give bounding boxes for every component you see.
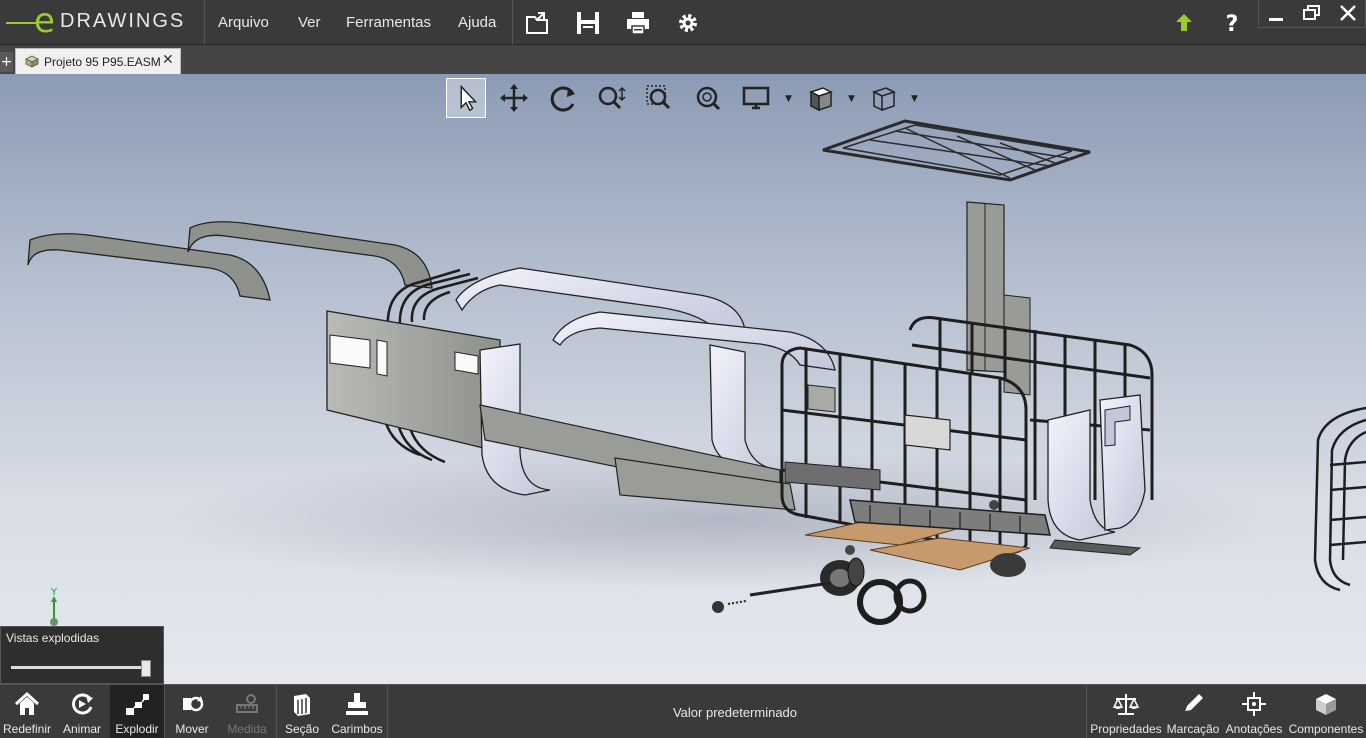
- menu-ferramentas[interactable]: Ferramentas: [346, 14, 431, 31]
- markup-icon: [1184, 694, 1203, 713]
- zoom-icon[interactable]: [591, 78, 631, 118]
- axis-triad: Y: [50, 587, 58, 626]
- measure-icon: [236, 694, 258, 713]
- zoom-area-icon[interactable]: [639, 78, 679, 118]
- section-label: Seção: [284, 722, 320, 736]
- stamp-icon: [346, 693, 368, 715]
- annotations-label: Anotações: [1225, 722, 1283, 736]
- window-controls: [1258, 0, 1366, 28]
- animate-icon: [72, 693, 93, 715]
- menu-divider: [512, 0, 513, 45]
- save-icon[interactable]: [574, 9, 602, 37]
- restore-icon[interactable]: [1301, 4, 1323, 22]
- menu-ajuda[interactable]: Ajuda: [458, 14, 496, 31]
- explode-icon: [126, 694, 149, 715]
- app-logo: e DRAWINGS: [0, 0, 205, 45]
- pan-icon[interactable]: [494, 78, 534, 118]
- view-orientation-icon[interactable]: [864, 78, 904, 118]
- view-toolbar: ▼ ▼ ▼: [446, 78, 926, 118]
- open-icon[interactable]: [524, 9, 552, 37]
- toolbar-divider: [1086, 685, 1087, 738]
- close-icon[interactable]: [1337, 4, 1359, 22]
- explode-slider-track[interactable]: [11, 666, 151, 669]
- markup-button[interactable]: Marcação: [1164, 685, 1222, 738]
- update-icon[interactable]: [1170, 9, 1198, 37]
- move-button[interactable]: Mover: [166, 685, 218, 738]
- shading-icon[interactable]: [801, 78, 841, 118]
- components-label: Componentes: [1288, 722, 1364, 736]
- reset-button[interactable]: Redefinir: [0, 685, 54, 738]
- svg-text:?: ?: [1226, 12, 1239, 37]
- rotate-icon[interactable]: [543, 78, 583, 118]
- annotations-button[interactable]: Anotações: [1222, 685, 1286, 738]
- explode-slider-thumb[interactable]: [141, 660, 151, 677]
- settings-icon[interactable]: [674, 9, 702, 37]
- document-tab-bar: + Projeto 95 P95.EASM ✕: [0, 46, 1366, 74]
- tab-document[interactable]: Projeto 95 P95.EASM ✕: [15, 48, 181, 74]
- explode-slider[interactable]: [11, 659, 156, 677]
- roof-panel-left[interactable]: [27, 221, 433, 301]
- roof-window-frame[interactable]: [822, 119, 1091, 182]
- reset-label: Redefinir: [2, 722, 52, 736]
- assembly-model[interactable]: [0, 74, 1366, 684]
- properties-label: Propriedades: [1090, 722, 1162, 736]
- assembly-icon: [25, 55, 39, 68]
- front-wall-panel[interactable]: [326, 310, 501, 453]
- stamps-label: Carimbos: [331, 722, 383, 736]
- components-button[interactable]: Componentes: [1286, 685, 1366, 738]
- status-text: Valor predeterminado: [672, 705, 798, 720]
- measure-label: Medida: [227, 722, 267, 736]
- title-bar: e DRAWINGS Arquivo Ver Ferramentas Ajuda…: [0, 0, 1366, 45]
- model-viewport[interactable]: ▼ ▼ ▼ Y: [0, 74, 1366, 684]
- display-style-caret-icon[interactable]: ▼: [785, 94, 792, 104]
- tab-document-label: Projeto 95 P95.EASM: [44, 55, 161, 69]
- bottom-toolbar: Redefinir Animar Explodir Mover Medida S…: [0, 684, 1366, 738]
- animate-label: Animar: [62, 722, 101, 736]
- view-orientation-caret-icon[interactable]: ▼: [911, 94, 918, 104]
- exploded-views-panel: Vistas explodidas: [0, 626, 164, 684]
- help-icon[interactable]: ?: [1218, 9, 1246, 37]
- menu-arquivo[interactable]: Arquivo: [218, 14, 269, 31]
- logo-text: DRAWINGS: [60, 10, 186, 32]
- rear-vertical-panel[interactable]: [966, 201, 1031, 396]
- minimize-icon[interactable]: [1265, 6, 1287, 24]
- exploded-views-title: Vistas explodidas: [6, 631, 100, 645]
- display-style-icon[interactable]: [736, 78, 776, 118]
- menu-ver[interactable]: Ver: [298, 14, 321, 31]
- properties-button[interactable]: Propriedades: [1088, 685, 1164, 738]
- shading-caret-icon[interactable]: ▼: [848, 94, 855, 104]
- move-label: Mover: [175, 722, 209, 736]
- measure-button[interactable]: Medida: [220, 685, 274, 738]
- toolbar-divider: [164, 685, 165, 738]
- properties-icon: [1112, 694, 1140, 715]
- toolbar-divider: [276, 685, 277, 738]
- toolbar-divider: [387, 685, 388, 738]
- animate-button[interactable]: Animar: [56, 685, 108, 738]
- explode-button[interactable]: Explodir: [110, 685, 164, 738]
- components-icon: [1316, 694, 1336, 715]
- frame-ribs-rear-right[interactable]: [1313, 406, 1366, 592]
- add-tab-button[interactable]: +: [0, 52, 13, 72]
- zoom-fit-icon[interactable]: [688, 78, 728, 118]
- logo-line: [6, 22, 36, 24]
- explode-label: Explodir: [115, 722, 159, 736]
- section-icon: [294, 694, 310, 716]
- select-icon[interactable]: [446, 78, 486, 118]
- move-icon: [183, 696, 204, 712]
- section-button[interactable]: Seção: [278, 685, 326, 738]
- logo-letter: e: [34, 1, 55, 41]
- annotations-icon: [1242, 692, 1266, 716]
- print-icon[interactable]: [624, 9, 652, 37]
- stamps-button[interactable]: Carimbos: [328, 685, 386, 738]
- markup-label: Marcação: [1166, 722, 1220, 736]
- tab-close-icon[interactable]: ✕: [162, 52, 174, 68]
- home-icon: [14, 691, 40, 715]
